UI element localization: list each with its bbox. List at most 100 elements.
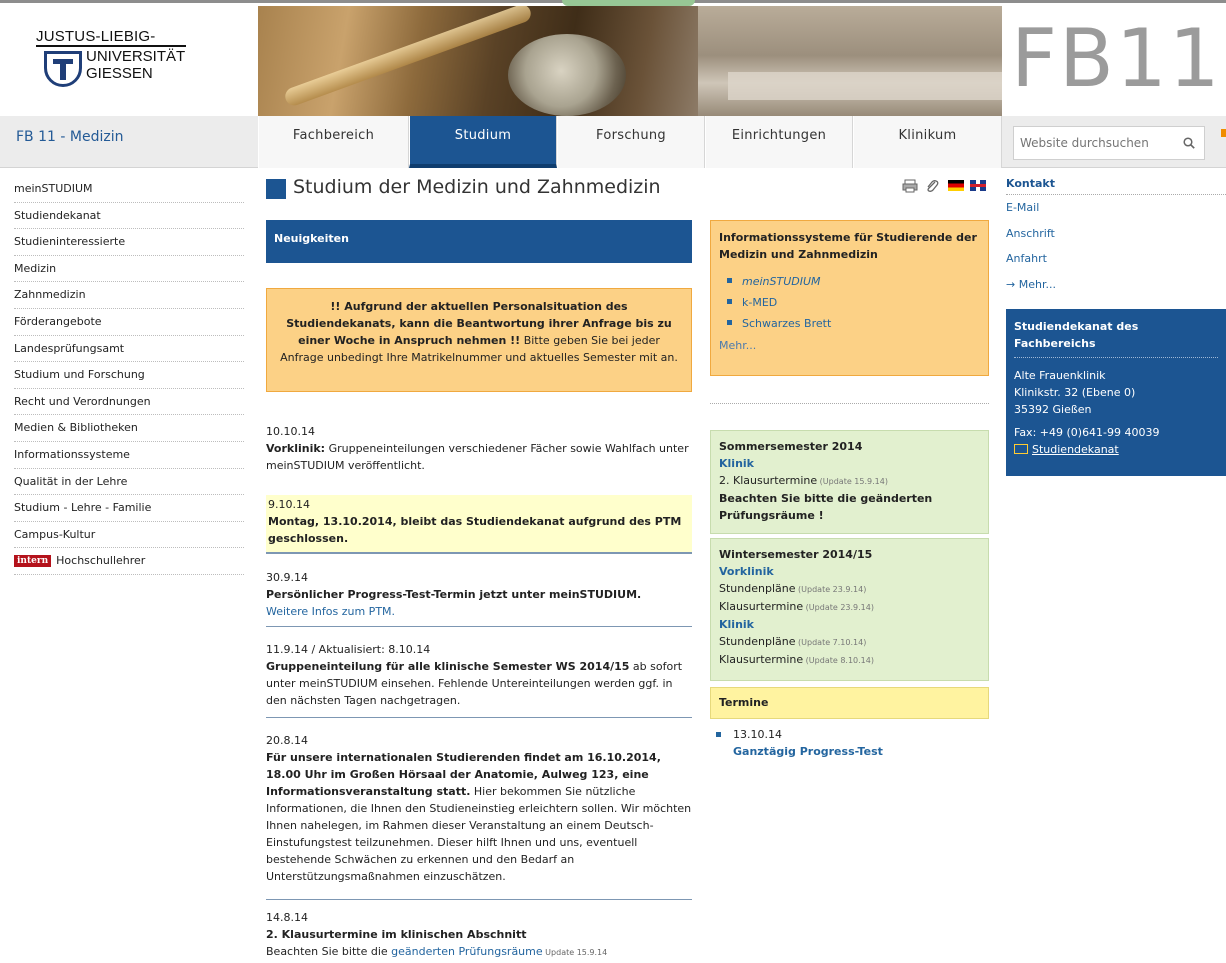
tab-fachbereich[interactable]: Fachbereich	[258, 116, 409, 168]
sommersemester-box: Sommersemester 2014 Klinik 2. Klausurter…	[710, 430, 989, 534]
sommersemester-note: Beachten Sie bitte die geänderten Prüfun…	[719, 492, 933, 522]
news-item-highlight: 9.10.14 Montag, 13.10.2014, bleibt das S…	[266, 495, 692, 554]
contact-section: Kontakt E-Mail Anschrift Anfahrt → Mehr.…	[1006, 177, 1226, 297]
tab-einrichtungen[interactable]: Einrichtungen	[705, 116, 853, 168]
print-icon[interactable]	[902, 179, 918, 193]
sidebar-item-hochschullehrer[interactable]: intern Hochschullehrer	[14, 548, 244, 575]
english-flag-icon[interactable]	[970, 180, 986, 191]
info-links: meinSTUDIUM k-MED Schwarzes Brett	[719, 271, 980, 334]
intern-badge: intern	[14, 555, 52, 568]
dekanat-heading: Studiendekanat des Fachbereichs	[1014, 318, 1218, 358]
sidebar-item-medizin[interactable]: Medizin	[14, 256, 244, 283]
termine-item: 13.10.14 Ganztägig Progress-Test	[716, 726, 883, 760]
news-headline: Montag, 13.10.2014, bleibt das Studiende…	[268, 515, 682, 545]
contact-more-link[interactable]: → Mehr...	[1006, 272, 1226, 298]
info-link-kmed[interactable]: k-MED	[719, 292, 980, 313]
contact-email-link[interactable]: E-Mail	[1006, 195, 1226, 221]
tab-forschung[interactable]: Forschung	[557, 116, 705, 168]
news-text: Beachten Sie bitte die	[266, 945, 392, 958]
header-photo	[258, 6, 1002, 116]
page-title: Studium der Medizin und Zahnmedizin	[293, 176, 661, 198]
tab-klinikum[interactable]: Klinikum	[853, 116, 1002, 168]
search-input[interactable]	[1014, 127, 1174, 159]
german-flag-icon[interactable]	[948, 180, 964, 191]
news-link[interactable]: Weitere Infos zum PTM.	[266, 605, 395, 618]
logo-line-3: GIESSEN	[86, 65, 153, 82]
news-divider	[266, 899, 692, 900]
news-text: Gruppeneinteilungen verschiedener Fächer…	[266, 442, 689, 472]
notice-box: !! Aufgrund der aktuellen Personalsituat…	[266, 288, 692, 392]
left-sidebar: meinSTUDIUM Studiendekanat Studienintere…	[14, 176, 244, 575]
info-systems-box: Informationssysteme für Studierende der …	[710, 220, 989, 376]
news-item: 14.8.14 2. Klausurtermine im klinischen …	[266, 909, 692, 961]
envelope-icon	[1014, 444, 1028, 454]
sidebar-item-campus-kultur[interactable]: Campus-Kultur	[14, 522, 244, 549]
stundenplaene-link[interactable]: Stundenpläne	[719, 582, 795, 595]
stundenplaene-link[interactable]: Stundenpläne	[719, 635, 795, 648]
news-item: 20.8.14 Für unsere internationalen Studi…	[266, 732, 692, 885]
university-logo[interactable]: JUSTUS-LIEBIG- UNIVERSITÄT GIESSEN	[30, 28, 200, 98]
sidebar-item-meinstudium[interactable]: meinSTUDIUM	[14, 176, 244, 203]
dekanat-mail-link[interactable]: Studiendekanat	[1032, 443, 1119, 456]
sidebar-item-studium-forschung[interactable]: Studium und Forschung	[14, 362, 244, 389]
news-date: 30.9.14	[266, 571, 308, 584]
faculty-label: FB11	[1011, 12, 1222, 105]
info-more-link[interactable]: Mehr...	[719, 339, 980, 352]
logo-line-1: JUSTUS-LIEBIG-	[36, 28, 156, 45]
contact-directions-link[interactable]: Anfahrt	[1006, 246, 1226, 272]
news-divider	[266, 717, 692, 718]
klausurtermine-link[interactable]: 2. Klausurtermine	[719, 474, 817, 487]
news-item: 30.9.14 Persönlicher Progress-Test-Termi…	[266, 569, 692, 620]
edge-accent	[1221, 129, 1226, 137]
news-date: 14.8.14	[266, 911, 308, 924]
news-date: 20.8.14	[266, 734, 308, 747]
dekanat-box: Studiendekanat des Fachbereichs Alte Fra…	[1006, 309, 1226, 476]
sidebar-item-medien[interactable]: Medien & Bibliotheken	[14, 415, 244, 442]
klausurtermine-link[interactable]: Klausurtermine	[719, 600, 803, 613]
sidebar-item-label: Hochschullehrer	[56, 554, 146, 568]
sidebar-item-familie[interactable]: Studium - Lehre - Familie	[14, 495, 244, 522]
search-icon[interactable]	[1183, 137, 1195, 149]
info-link-meinstudium[interactable]: meinSTUDIUM	[719, 271, 980, 292]
termine-title[interactable]: Ganztägig Progress-Test	[733, 743, 883, 760]
news-item: 11.9.14 / Aktualisiert: 8.10.14 Gruppene…	[266, 641, 692, 709]
sidebar-item-foerderangebote[interactable]: Förderangebote	[14, 309, 244, 336]
university-seal-icon	[44, 51, 82, 87]
sidebar-item-recht[interactable]: Recht und Verordnungen	[14, 389, 244, 416]
news-heading: Neuigkeiten	[266, 220, 692, 263]
sidebar-item-qualitaet[interactable]: Qualität in der Lehre	[14, 469, 244, 496]
news-date: 11.9.14 / Aktualisiert: 8.10.14	[266, 643, 431, 656]
sommersemester-heading: Sommersemester 2014	[719, 440, 863, 453]
wintersemester-sub-vorklinik: Vorklinik	[719, 565, 774, 578]
dekanat-address-line: 35392 Gießen	[1014, 403, 1092, 416]
site-header: JUSTUS-LIEBIG- UNIVERSITÄT GIESSEN FB11	[0, 0, 1226, 116]
info-link-schwarzes-brett[interactable]: Schwarzes Brett	[719, 313, 980, 334]
contact-heading: Kontakt	[1006, 177, 1226, 195]
title-square-icon	[266, 179, 286, 199]
dekanat-address-line: Klinikstr. 32 (Ebene 0)	[1014, 386, 1136, 399]
page-tools	[902, 179, 990, 193]
news-item: 10.10.14 Vorklinik: Gruppeneinteilungen …	[266, 423, 692, 474]
logo-line-2: UNIVERSITÄT	[86, 48, 186, 65]
news-headline: Vorklinik:	[266, 442, 326, 455]
sidebar-item-informationssysteme[interactable]: Informationssysteme	[14, 442, 244, 469]
update-note: (Update 15.9.14)	[817, 477, 888, 486]
attachment-icon[interactable]	[924, 179, 940, 193]
news-headline: 2. Klausurtermine im klinischen Abschnit…	[266, 928, 527, 941]
klausurtermine-link[interactable]: Klausurtermine	[719, 653, 803, 666]
contact-address-link[interactable]: Anschrift	[1006, 221, 1226, 247]
news-link[interactable]: geänderten Prüfungsräume	[391, 945, 542, 958]
news-update-note: Update 15.9.14	[542, 948, 608, 957]
termine-date: 13.10.14	[733, 728, 782, 741]
tab-studium[interactable]: Studium	[409, 116, 557, 168]
wintersemester-sub-klinik: Klinik	[719, 618, 754, 631]
news-date: 10.10.14	[266, 425, 315, 438]
wintersemester-heading: Wintersemester 2014/15	[719, 548, 873, 561]
sidebar-item-studiendekanat[interactable]: Studiendekanat	[14, 203, 244, 230]
site-name-link[interactable]: FB 11 - Medizin	[16, 129, 123, 145]
news-text: Hier bekommen Sie nützliche Informatione…	[266, 785, 692, 883]
sidebar-item-landespruefungsamt[interactable]: Landesprüfungsamt	[14, 336, 244, 363]
sidebar-item-studieninteressierte[interactable]: Studieninteressierte	[14, 229, 244, 256]
dekanat-fax: Fax: +49 (0)641-99 40039	[1014, 426, 1160, 439]
sidebar-item-zahnmedizin[interactable]: Zahnmedizin	[14, 282, 244, 309]
